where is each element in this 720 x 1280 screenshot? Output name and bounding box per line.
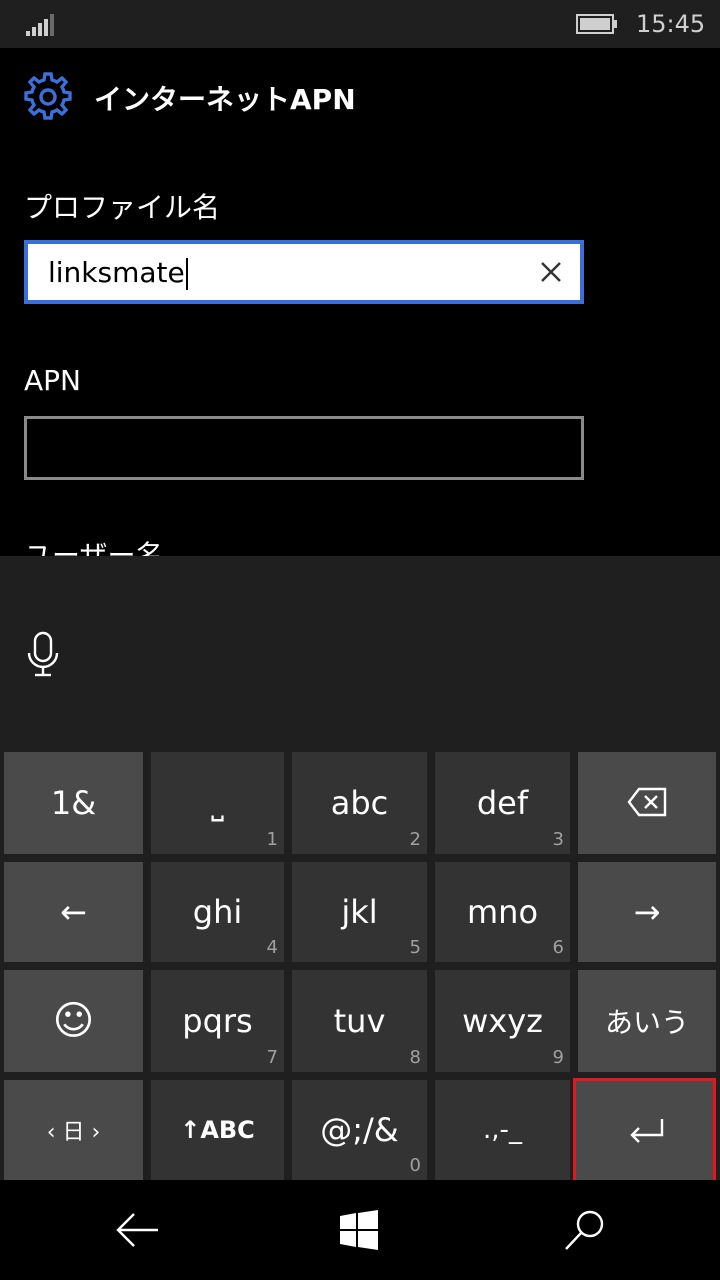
key-punctuation[interactable]: .,-_ (435, 1080, 570, 1180)
on-screen-keyboard: 1& ⎵ 1 abc 2 def 3 ← ghi 4 jkl 5 mno 6 →… (0, 556, 720, 1184)
key-cursor-left[interactable]: ← (4, 862, 143, 962)
key-def[interactable]: def 3 (435, 752, 570, 854)
key-language-switch[interactable]: ‹ 日 › (4, 1080, 143, 1180)
key-jkl[interactable]: jkl 5 (292, 862, 427, 962)
gear-icon (24, 72, 72, 120)
key-numbers-symbols[interactable]: 1& (4, 752, 143, 854)
key-space[interactable]: ⎵ 1 (151, 752, 284, 854)
key-symbols[interactable]: @;/& 0 (292, 1080, 427, 1180)
backspace-icon (627, 787, 667, 817)
key-tuv[interactable]: tuv 8 (292, 970, 427, 1072)
clear-icon[interactable] (536, 257, 566, 287)
username-label: ユーザー名 (24, 539, 164, 556)
key-backspace[interactable] (578, 752, 716, 854)
key-abc[interactable]: abc 2 (292, 752, 427, 854)
profile-name-input[interactable]: linksmate (24, 240, 584, 304)
back-arrow-icon[interactable] (114, 1208, 160, 1252)
key-cursor-right[interactable]: → (578, 862, 716, 962)
key-shift-abc[interactable]: ↑ABC (151, 1080, 284, 1180)
key-emoji[interactable]: ☺ (4, 970, 143, 1072)
signal-icon (26, 14, 54, 36)
search-icon[interactable] (562, 1208, 608, 1252)
key-mno[interactable]: mno 6 (435, 862, 570, 962)
key-wxyz[interactable]: wxyz 9 (435, 970, 570, 1072)
apn-label: APN (24, 364, 81, 397)
windows-logo-icon[interactable] (336, 1208, 382, 1252)
key-pqrs[interactable]: pqrs 7 (151, 970, 284, 1072)
clock: 15:45 (636, 10, 706, 38)
key-ghi[interactable]: ghi 4 (151, 862, 284, 962)
status-bar: 15:45 (0, 0, 720, 48)
profile-name-value: linksmate (48, 256, 188, 290)
microphone-icon[interactable] (26, 631, 60, 679)
enter-icon (630, 1119, 664, 1143)
navigation-bar (0, 1180, 720, 1280)
battery-icon (576, 14, 617, 34)
profile-name-label: プロファイル名 (24, 191, 221, 224)
apn-input[interactable] (24, 416, 584, 480)
page-title: インターネットAPN (94, 83, 356, 116)
key-enter[interactable] (573, 1078, 716, 1184)
text-caret (185, 258, 188, 290)
page-header: インターネットAPN (0, 48, 720, 148)
key-hiragana[interactable]: あいう (578, 970, 716, 1072)
